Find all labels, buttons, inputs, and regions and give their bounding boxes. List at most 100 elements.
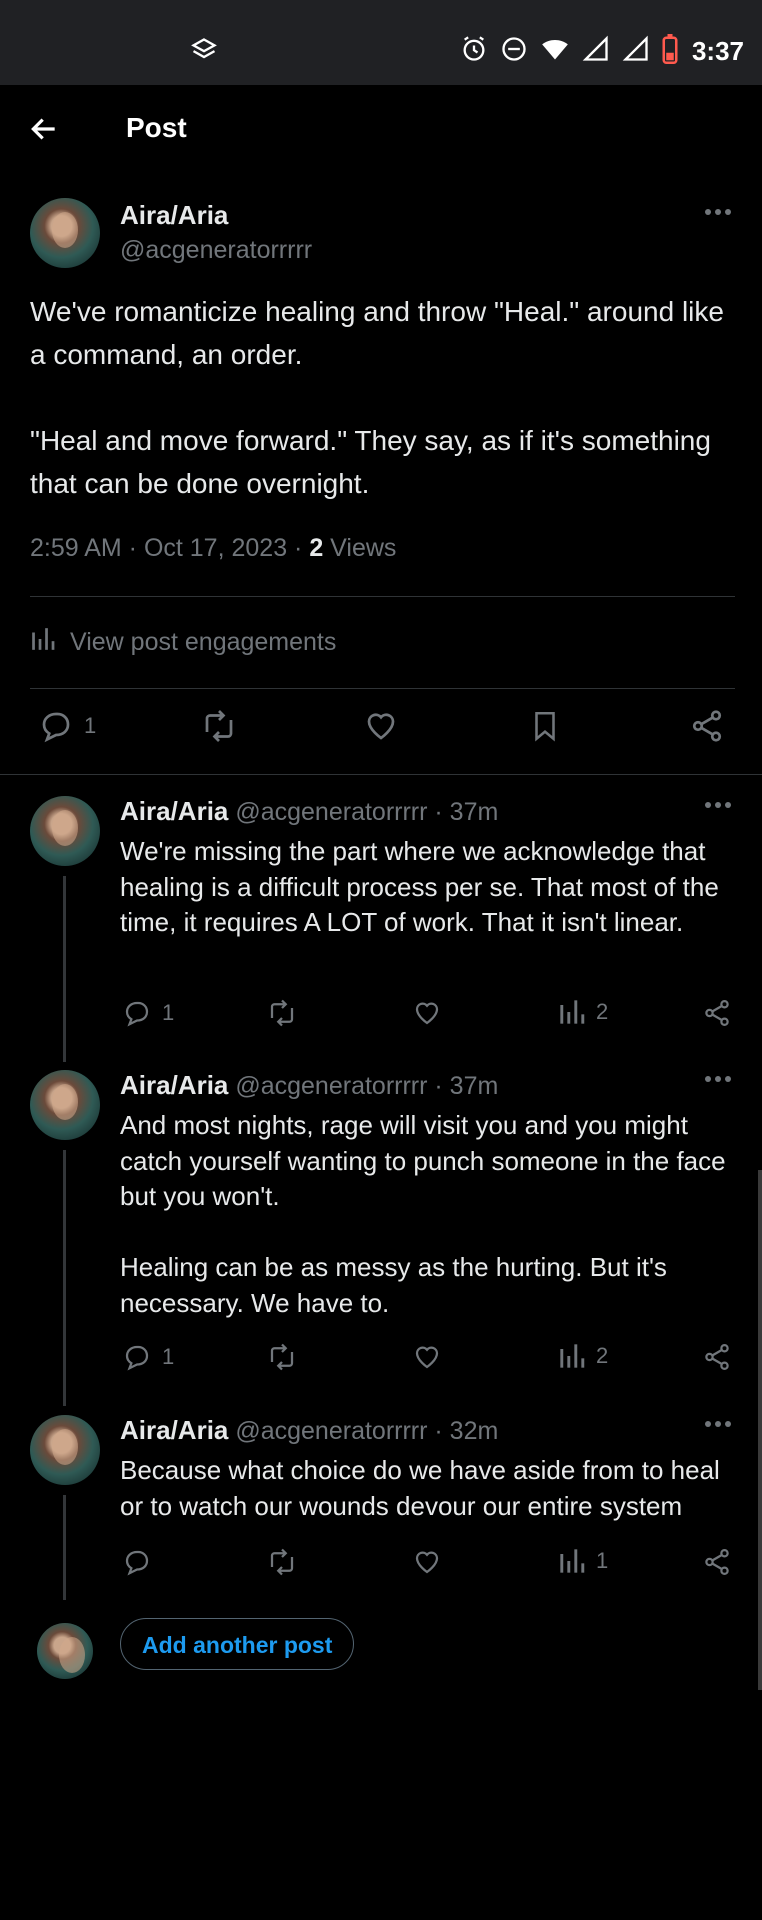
scrollbar[interactable] bbox=[758, 1170, 762, 1690]
heart-icon bbox=[415, 1002, 439, 1025]
like-button[interactable] bbox=[363, 708, 399, 744]
reply-count: 1 bbox=[162, 1344, 175, 1369]
heart-icon bbox=[415, 1551, 439, 1574]
wifi-icon bbox=[540, 35, 570, 68]
reply-button[interactable] bbox=[122, 1547, 162, 1577]
divider bbox=[30, 688, 735, 689]
heart-icon bbox=[367, 713, 395, 740]
like-button[interactable] bbox=[412, 1342, 442, 1372]
post-timestamp: 2:59 AM · Oct 17, 2023 · bbox=[30, 534, 310, 562]
author-handle-time[interactable]: @acgeneratorrrrr · 32m bbox=[235, 1417, 498, 1445]
analytics-icon bbox=[30, 626, 56, 659]
thread-reply[interactable]: Aira/Aria @acgeneratorrrrr · 32m Because… bbox=[0, 1415, 762, 1600]
reply-button[interactable]: 1 bbox=[122, 1342, 174, 1372]
views-button[interactable]: 1 bbox=[558, 1547, 608, 1575]
views-count: 2 bbox=[596, 999, 609, 1024]
reply-actions: 1 bbox=[0, 1547, 762, 1587]
repost-icon bbox=[270, 1343, 294, 1371]
add-another-post-button[interactable]: Add another post bbox=[120, 1618, 355, 1670]
signal-icon bbox=[582, 35, 610, 68]
share-button[interactable] bbox=[689, 708, 725, 744]
clock-time: 3:37 bbox=[691, 36, 744, 66]
share-icon bbox=[705, 1549, 729, 1575]
author-handle[interactable]: @acgeneratorrrrr bbox=[120, 236, 312, 265]
author-handle-time[interactable]: @acgeneratorrrrr · 37m bbox=[235, 1072, 498, 1100]
page-title: Post bbox=[126, 112, 187, 143]
avatar bbox=[37, 1623, 93, 1679]
author-name[interactable]: Aira/Aria bbox=[120, 200, 228, 231]
reply-count: 1 bbox=[162, 1000, 175, 1025]
repost-button[interactable] bbox=[266, 998, 298, 1028]
reply-header: Aira/Aria @acgeneratorrrrr · 32m bbox=[120, 1415, 498, 1446]
engagements-label: View post engagements bbox=[70, 628, 337, 656]
thread-reply[interactable]: Aira/Aria @acgeneratorrrrr · 37m And mos… bbox=[0, 1070, 762, 1410]
share-button[interactable] bbox=[702, 1547, 732, 1577]
post-actions: 1 bbox=[0, 708, 762, 758]
bookmark-button[interactable] bbox=[528, 708, 562, 744]
back-arrow-icon[interactable] bbox=[28, 113, 60, 150]
avatar[interactable] bbox=[30, 796, 100, 866]
thread-reply[interactable]: Aira/Aria @acgeneratorrrrr · 37m We're m… bbox=[0, 796, 762, 1064]
reply-actions: 1 2 bbox=[0, 998, 762, 1038]
reply-icon bbox=[42, 712, 70, 743]
reply-text: We're missing the part where we acknowle… bbox=[120, 836, 727, 937]
avatar[interactable] bbox=[30, 198, 100, 268]
analytics-icon bbox=[560, 1344, 585, 1368]
share-icon bbox=[705, 1000, 729, 1026]
share-icon bbox=[705, 1344, 729, 1370]
signal-icon bbox=[622, 35, 650, 68]
author-name[interactable]: Aira/Aria bbox=[120, 1070, 228, 1100]
avatar[interactable] bbox=[30, 1070, 100, 1140]
avatar[interactable] bbox=[30, 1415, 100, 1485]
status-bar: 3:37 bbox=[0, 0, 762, 85]
share-button[interactable] bbox=[702, 998, 732, 1028]
reply-text: Because what choice do we have aside fro… bbox=[120, 1455, 728, 1521]
repost-button[interactable] bbox=[266, 1547, 298, 1577]
views-count: 2 bbox=[596, 1343, 609, 1368]
share-icon bbox=[692, 710, 722, 742]
repost-icon bbox=[270, 999, 294, 1027]
analytics-icon bbox=[560, 1549, 585, 1573]
like-button[interactable] bbox=[412, 1547, 442, 1577]
more-options-icon[interactable] bbox=[704, 798, 732, 816]
like-button[interactable] bbox=[412, 998, 442, 1028]
views-count: 1 bbox=[596, 1548, 609, 1573]
analytics-icon bbox=[560, 1000, 585, 1024]
view-engagements-link[interactable]: View post engagements bbox=[30, 626, 336, 659]
battery-icon bbox=[662, 34, 678, 69]
divider bbox=[0, 774, 762, 775]
views-button[interactable]: 2 bbox=[558, 1342, 608, 1370]
more-options-icon[interactable] bbox=[704, 1417, 732, 1435]
reply-count: 1 bbox=[84, 713, 97, 738]
share-button[interactable] bbox=[702, 1342, 732, 1372]
author-handle-time[interactable]: @acgeneratorrrrr · 37m bbox=[235, 798, 498, 826]
divider bbox=[30, 596, 735, 597]
heart-icon bbox=[415, 1346, 439, 1369]
post-meta: 2:59 AM · Oct 17, 2023 · 2 Views bbox=[30, 534, 396, 563]
reply-button[interactable]: 1 bbox=[38, 708, 96, 744]
bookmark-icon bbox=[535, 711, 555, 742]
views-count: 2 bbox=[309, 534, 324, 562]
repost-icon bbox=[205, 710, 233, 742]
reply-icon bbox=[125, 1001, 149, 1027]
author-name[interactable]: Aira/Aria bbox=[120, 796, 228, 826]
more-options-icon[interactable] bbox=[704, 205, 732, 223]
reply-icon bbox=[125, 1550, 149, 1576]
app-notification-icon bbox=[190, 36, 218, 69]
reply-icon bbox=[125, 1345, 149, 1371]
reply-actions: 1 2 bbox=[0, 1342, 762, 1382]
views-label: Views bbox=[323, 534, 397, 562]
reply-button[interactable]: 1 bbox=[122, 998, 174, 1028]
do-not-disturb-icon bbox=[500, 35, 528, 68]
repost-button[interactable] bbox=[266, 1342, 298, 1372]
repost-icon bbox=[270, 1548, 294, 1576]
views-button[interactable]: 2 bbox=[558, 998, 608, 1026]
top-app-bar: Post bbox=[0, 85, 762, 173]
repost-button[interactable] bbox=[200, 708, 238, 744]
reply-header: Aira/Aria @acgeneratorrrrr · 37m bbox=[120, 796, 498, 827]
author-name[interactable]: Aira/Aria bbox=[120, 1415, 228, 1445]
more-options-icon[interactable] bbox=[704, 1072, 732, 1090]
reply-header: Aira/Aria @acgeneratorrrrr · 37m bbox=[120, 1070, 498, 1101]
reply-text: And most nights, rage will visit you and… bbox=[120, 1110, 726, 1318]
alarm-icon bbox=[460, 35, 488, 68]
